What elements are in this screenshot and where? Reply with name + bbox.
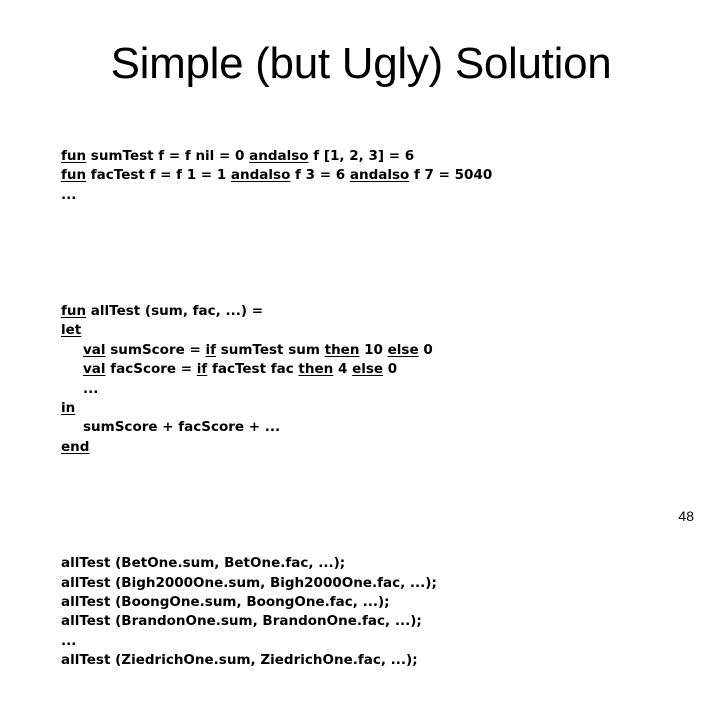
code-line: fun allTest (sum, fac, ...) = <box>61 302 492 321</box>
keyword: then <box>298 361 334 378</box>
code-line: ... <box>61 632 77 649</box>
code-line: in <box>61 399 492 418</box>
keyword: if <box>196 361 208 378</box>
code-text: facScore = <box>105 361 197 378</box>
alltest-function-block: fun allTest (sum, fac, ...) = let val sumS… <box>61 302 492 457</box>
code-text: sumTest sum <box>216 341 325 358</box>
keyword: else <box>352 361 384 378</box>
code-text: 0 <box>383 361 398 378</box>
code-listing: fun sumTest f = f nil = 0 andalso f [1, … <box>61 108 492 709</box>
code-text: 10 <box>359 341 388 358</box>
slide-title: Simple (but Ugly) Solution <box>110 39 612 88</box>
code-line: ... <box>61 380 492 399</box>
code-line: allTest (Bigh2000One.sum, Bigh2000One.fa… <box>61 574 437 591</box>
code-line: allTest (BrandonOne.sum, BrandonOne.fac,… <box>61 613 422 630</box>
code-text: 0 <box>418 341 433 358</box>
code-line: sumScore + facScore + ... <box>61 418 492 437</box>
keyword: in <box>61 399 76 416</box>
code-text: sumTest f = f nil = 0 <box>86 147 250 164</box>
keyword: fun <box>61 167 87 184</box>
code-text: sumScore = <box>105 341 206 358</box>
code-line: allTest (BoongOne.sum, BoongOne.fac, ...… <box>61 593 390 610</box>
code-line: fun facTest f = f 1 = 1 andalso f 3 = 6 … <box>61 166 492 185</box>
keyword: else <box>387 341 419 358</box>
code-text: 4 <box>333 361 353 378</box>
slide: Simple (but Ugly) Solution fun sumTest f… <box>0 0 720 668</box>
code-text: ... <box>61 186 77 203</box>
alltest-calls-block: allTest (BetOne.sum, BetOne.fac, ...); al… <box>61 554 492 670</box>
keyword: val <box>83 341 106 358</box>
code-text: facTest f = f 1 = 1 <box>86 167 231 184</box>
keyword: if <box>205 341 217 358</box>
code-line: allTest (BetOne.sum, BetOne.fac, ...); <box>61 555 346 572</box>
code-line: fun sumTest f = f nil = 0 andalso f [1, … <box>61 147 492 166</box>
code-line: end <box>61 438 492 457</box>
code-text: f 7 = 5040 <box>409 167 493 184</box>
keyword: let <box>61 322 82 339</box>
code-line: ... <box>61 186 492 205</box>
code-text: f 3 = 6 <box>290 167 350 184</box>
code-line: val facScore = if facTest fac then 4 els… <box>61 360 492 379</box>
keyword: andalso <box>249 147 309 164</box>
code-text: allTest (sum, fac, ...) = <box>86 303 264 319</box>
code-text: facTest fac <box>207 361 299 378</box>
code-text: ... <box>83 380 99 397</box>
keyword: then <box>324 341 360 358</box>
keyword: andalso <box>349 167 410 184</box>
code-text: f [1, 2, 3] = 6 <box>308 147 415 164</box>
keyword: fun <box>61 147 87 164</box>
test-functions-block: fun sumTest f = f nil = 0 andalso f [1, … <box>61 147 492 205</box>
keyword: end <box>61 438 90 455</box>
keyword: val <box>83 361 106 378</box>
code-line: val sumScore = if sumTest sum then 10 el… <box>61 341 492 360</box>
keyword: andalso <box>230 167 291 184</box>
code-text: sumScore + facScore + ... <box>83 419 281 436</box>
code-line: allTest (ZiedrichOne.sum, ZiedrichOne.fa… <box>61 652 418 669</box>
keyword: fun <box>61 303 87 319</box>
page-number: 48 <box>678 508 694 524</box>
code-line: let <box>61 321 492 340</box>
